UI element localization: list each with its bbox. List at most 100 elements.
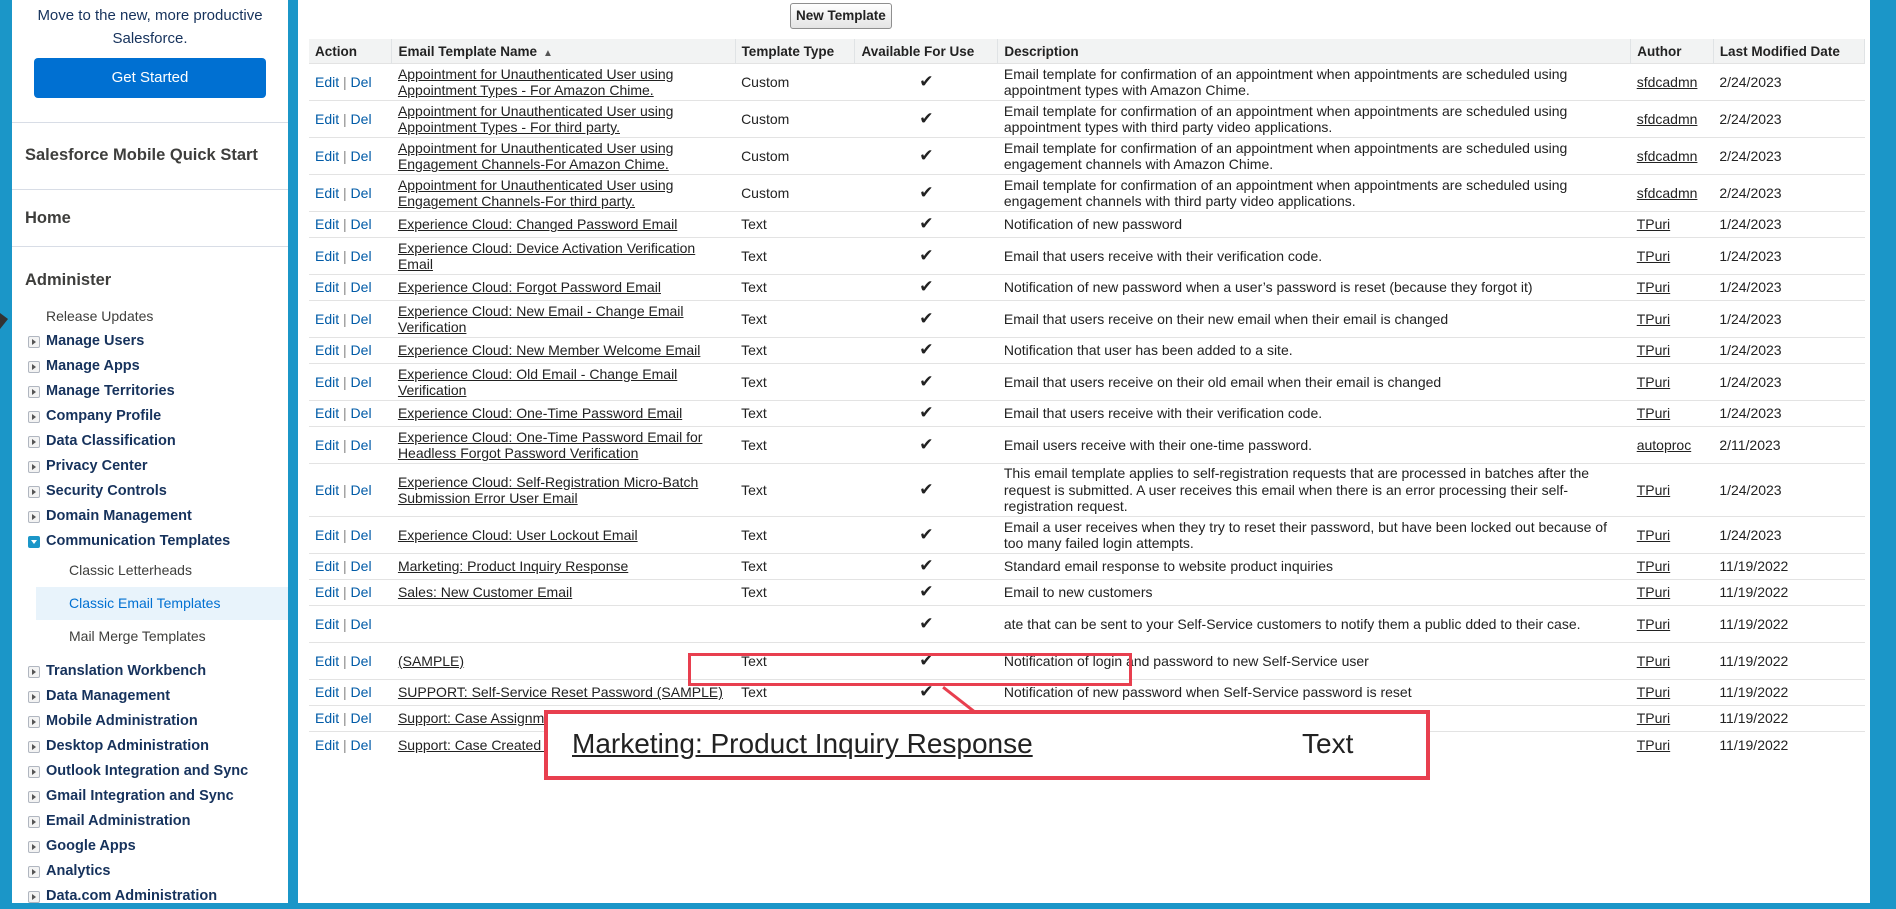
expand-toggle-icon[interactable] [28,511,40,523]
column-header-available[interactable]: Available For Use [854,39,999,64]
edit-link[interactable]: Edit [315,374,339,390]
author-link[interactable]: TPuri [1637,653,1670,669]
author-link[interactable]: TPuri [1637,311,1670,327]
author-link[interactable]: TPuri [1637,710,1670,726]
template-name-link[interactable]: Experience Cloud: Forgot Password Email [398,279,661,295]
new-template-button[interactable]: New Template [790,3,892,29]
author-link[interactable]: TPuri [1637,482,1670,498]
sidebar-item[interactable]: Manage Territories [12,379,288,404]
delete-link[interactable]: Del [351,248,372,264]
expand-toggle-icon[interactable] [28,336,40,348]
expand-toggle-icon[interactable] [28,766,40,778]
delete-link[interactable]: Del [351,584,372,600]
delete-link[interactable]: Del [351,616,372,632]
sidebar-item[interactable]: Company Profile [12,404,288,429]
sidebar-item[interactable]: Email Administration [12,809,288,834]
author-link[interactable]: TPuri [1637,216,1670,232]
template-name-link[interactable]: Appointment for Unauthenticated User usi… [398,103,674,136]
delete-link[interactable]: Del [351,111,372,127]
edit-link[interactable]: Edit [315,584,339,600]
delete-link[interactable]: Del [351,216,372,232]
sidebar-subitem-mail-merge-templates[interactable]: Mail Merge Templates [12,620,288,653]
expand-toggle-icon[interactable] [28,891,40,903]
sidebar-item[interactable]: Domain Management [12,504,288,529]
delete-link[interactable]: Del [351,405,372,421]
template-name-link[interactable]: Sales: New Customer Email [398,584,572,600]
edit-link[interactable]: Edit [315,684,339,700]
template-name-link[interactable]: Experience Cloud: Device Activation Veri… [398,240,695,273]
sidebar-item[interactable]: Mobile Administration [12,709,288,734]
template-name-link[interactable]: Experience Cloud: New Member Welcome Ema… [398,342,700,358]
column-header-author[interactable]: Author [1630,39,1714,64]
template-name-link[interactable]: Appointment for Unauthenticated User usi… [398,177,674,210]
delete-link[interactable]: Del [351,710,372,726]
author-link[interactable]: sfdcadmn [1637,74,1698,90]
delete-link[interactable]: Del [351,653,372,669]
edit-link[interactable]: Edit [315,482,339,498]
expand-toggle-icon[interactable] [28,691,40,703]
sidebar-item[interactable]: Manage Users [12,329,288,354]
author-link[interactable]: sfdcadmn [1637,111,1698,127]
delete-link[interactable]: Del [351,737,372,753]
template-name-link[interactable]: Experience Cloud: One-Time Password Emai… [398,429,703,462]
delete-link[interactable]: Del [351,148,372,164]
expand-toggle-icon[interactable] [28,741,40,753]
author-link[interactable]: TPuri [1637,405,1670,421]
edit-link[interactable]: Edit [315,148,339,164]
author-link[interactable]: TPuri [1637,374,1670,390]
sidebar-item-communication-templates[interactable]: Communication Templates [12,529,288,554]
edit-link[interactable]: Edit [315,616,339,632]
author-link[interactable]: autoproc [1637,437,1691,453]
template-name-link[interactable]: SUPPORT: Self-Service Reset Password (SA… [398,684,723,700]
release-updates-link[interactable]: Release Updates [12,304,288,329]
edit-link[interactable]: Edit [315,558,339,574]
mobile-quick-start-link[interactable]: Salesforce Mobile Quick Start [12,123,288,190]
sidebar-item[interactable]: Privacy Center [12,454,288,479]
template-name-link[interactable]: Experience Cloud: One-Time Password Emai… [398,405,682,421]
author-link[interactable]: TPuri [1637,584,1670,600]
delete-link[interactable]: Del [351,74,372,90]
expand-toggle-icon[interactable] [28,436,40,448]
expand-toggle-icon[interactable] [28,386,40,398]
sidebar-subitem-classic-email-templates[interactable]: Classic Email Templates [36,587,288,620]
sidebar-item[interactable]: Outlook Integration and Sync [12,759,288,784]
edit-link[interactable]: Edit [315,737,339,753]
column-header-type[interactable]: Template Type [735,39,856,64]
author-link[interactable]: TPuri [1637,684,1670,700]
delete-link[interactable]: Del [351,437,372,453]
collapse-toggle-icon[interactable] [28,536,40,548]
sidebar-item[interactable]: Desktop Administration [12,734,288,759]
edit-link[interactable]: Edit [315,279,339,295]
expand-toggle-icon[interactable] [28,461,40,473]
template-name-link[interactable]: Experience Cloud: Old Email - Change Ema… [398,366,677,399]
edit-link[interactable]: Edit [315,216,339,232]
template-name-link[interactable]: Experience Cloud: Self-Registration Micr… [398,474,698,507]
edit-link[interactable]: Edit [315,405,339,421]
author-link[interactable]: TPuri [1637,248,1670,264]
author-link[interactable]: TPuri [1637,527,1670,543]
edit-link[interactable]: Edit [315,342,339,358]
expand-toggle-icon[interactable] [28,866,40,878]
expand-toggle-icon[interactable] [28,791,40,803]
edit-link[interactable]: Edit [315,527,339,543]
edit-link[interactable]: Edit [315,311,339,327]
sidebar-item[interactable]: Security Controls [12,479,288,504]
template-name-link[interactable]: Experience Cloud: User Lockout Email [398,527,638,543]
expand-toggle-icon[interactable] [28,666,40,678]
delete-link[interactable]: Del [351,684,372,700]
column-header-name[interactable]: Email Template Name ▲ [391,39,736,64]
sidebar-item[interactable]: Data.com Administration [12,884,288,909]
template-name-link[interactable]: Appointment for Unauthenticated User usi… [398,140,674,173]
author-link[interactable]: sfdcadmn [1637,148,1698,164]
sidebar-item[interactable]: Analytics [12,859,288,884]
delete-link[interactable]: Del [351,342,372,358]
author-link[interactable]: TPuri [1637,279,1670,295]
sidebar-item[interactable]: Translation Workbench [12,659,288,684]
author-link[interactable]: sfdcadmn [1637,185,1698,201]
delete-link[interactable]: Del [351,482,372,498]
delete-link[interactable]: Del [351,311,372,327]
sidebar-item[interactable]: Manage Apps [12,354,288,379]
sidebar-item[interactable]: Google Apps [12,834,288,859]
edit-link[interactable]: Edit [315,437,339,453]
edit-link[interactable]: Edit [315,710,339,726]
